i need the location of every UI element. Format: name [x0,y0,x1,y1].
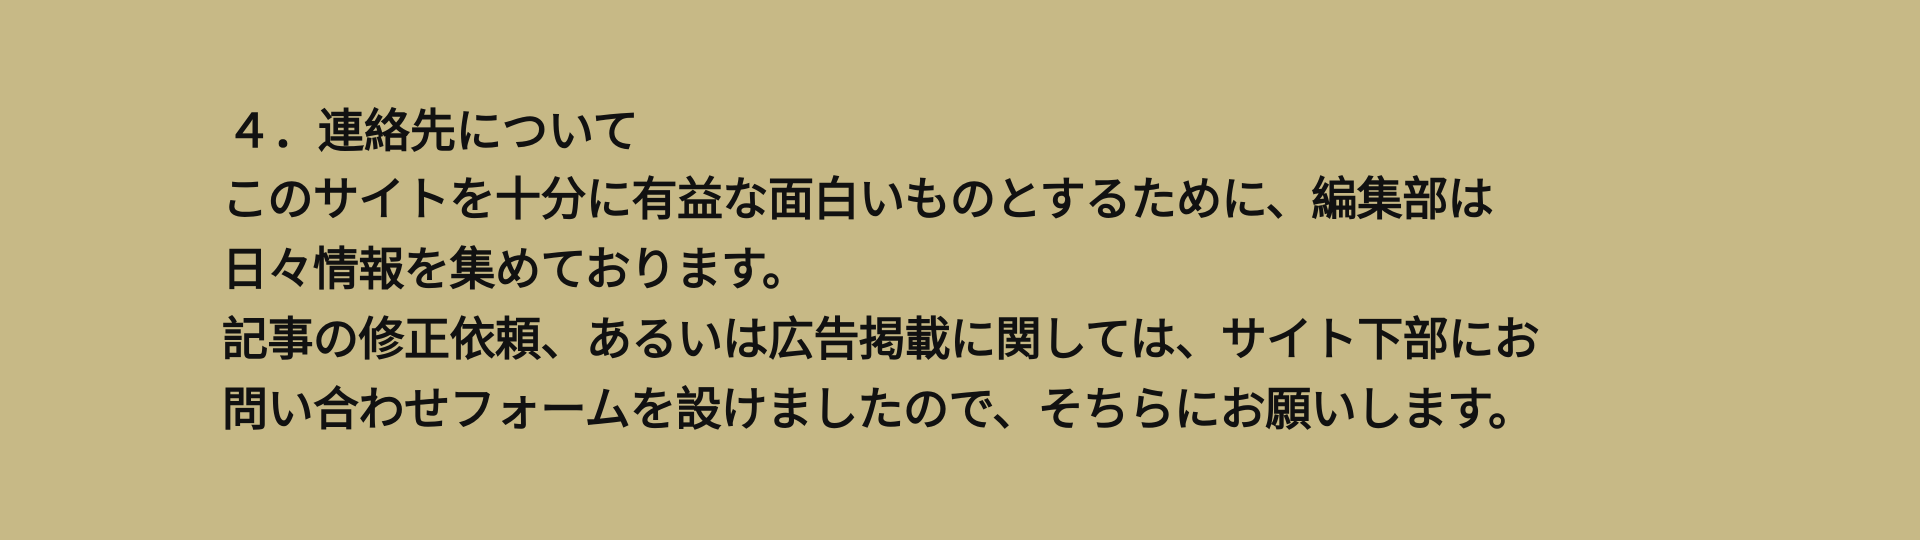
section-heading: ４．連絡先について [226,104,639,158]
section-contact: ４．連絡先について このサイトを十分に有益な面白いものとするために、編集部は 日… [222,98,1782,444]
document-page: ４．連絡先について このサイトを十分に有益な面白いものとするために、編集部は 日… [0,0,1920,540]
body-line-4: 問い合わせフォームを設けましたので、そちらにお願いします。 [222,382,1534,436]
body-line-2: 日々情報を集めております。 [222,242,808,296]
body-line-1: このサイトを十分に有益な面白いものとするために、編集部は [222,172,1494,226]
body-line-3: 記事の修正依頼、あるいは広告掲載に関しては、サイト下部にお [222,312,1540,366]
